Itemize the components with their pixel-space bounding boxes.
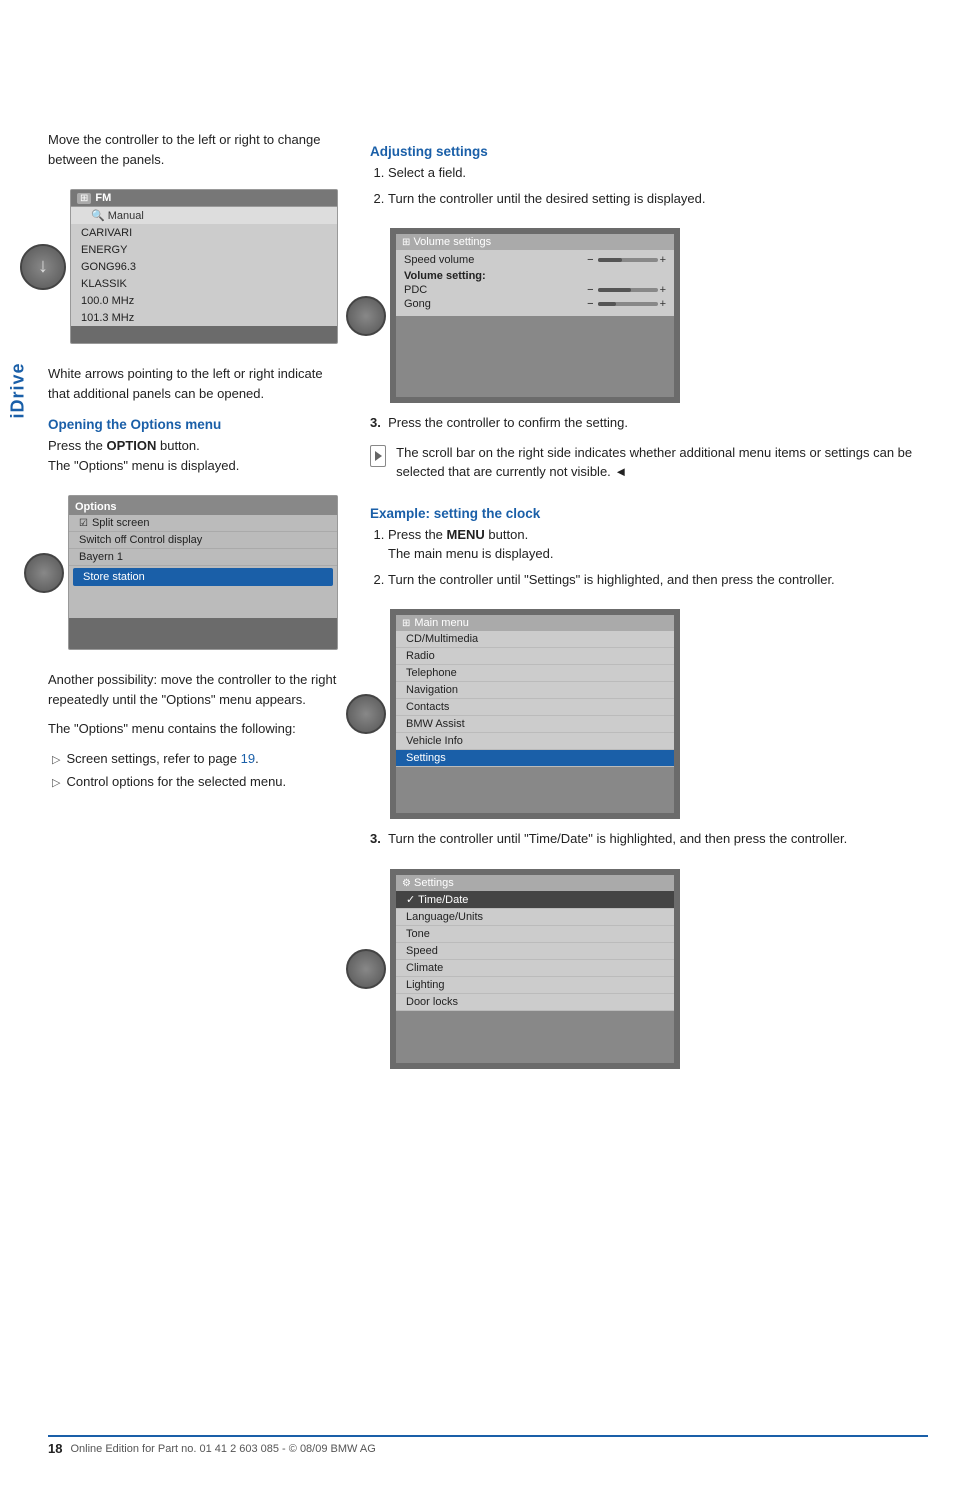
example-step-2: Turn the controller until "Settings" is … [388,570,928,590]
volume-screenshot: ⊞ Volume settings Speed volume − + [390,228,680,403]
controller-knob-options [24,553,64,593]
settings-tone: Tone [396,926,674,943]
menu-radio: Radio [396,648,674,665]
settings-wrapper: ⚙ Settings ✓ Time/Date Language/Units To… [370,859,928,1079]
bullet-item-control: ▷ Control options for the selected menu. [52,772,338,792]
volume-setting-label: Volume setting: [404,270,666,282]
example-step-3: 3. Turn the controller until "Time/Date"… [370,829,928,849]
scroll-note-block: The scroll bar on the right side indicat… [370,443,928,492]
controller-knob-main [346,694,386,734]
fm-item-gong: GONG96.3 [71,259,337,276]
pdc-row: PDC − + [404,284,666,296]
main-menu-icon: ⊞ [402,618,410,629]
fm-item-energy: ENERGY [71,242,337,259]
footer-text: Online Edition for Part no. 01 41 2 603 … [70,1443,375,1455]
menu-bmw-assist: BMW Assist [396,716,674,733]
options-screenshot-wrapper: Options ☑ Split screen Switch off Contro… [48,485,338,660]
options-title: Options [75,501,117,513]
menu-settings: Settings [396,750,674,767]
page-19-link[interactable]: 19 [241,751,255,766]
fm-item-klassik: KLASSIK [71,276,337,293]
option-bold: OPTION [107,438,157,453]
page-footer: 18 Online Edition for Part no. 01 41 2 6… [48,1435,928,1456]
down-arrow-icon: ↓ [38,255,48,278]
opt-switch-off: Switch off Control display [69,532,337,549]
gong-row: Gong − + [404,298,666,310]
page-content: Move the controller to the left or right… [48,130,928,1079]
fm-title: FM [95,192,111,204]
controller-knob-volume [346,296,386,336]
menu-contacts: Contacts [396,699,674,716]
contains-para: The "Options" menu contains the followin… [48,719,338,739]
volume-screenshot-wrapper: ⊞ Volume settings Speed volume − + [370,218,928,413]
example-steps: Press the MENU button. The main menu is … [370,525,928,590]
fm-item-carivari: CARIVARI [71,225,337,242]
fm-icon: ⊞ [77,193,91,204]
main-menu-items: CD/Multimedia Radio Telephone Navigation… [396,631,674,767]
left-column: Move the controller to the left or right… [48,130,338,1079]
white-arrows-para: White arrows pointing to the left or rig… [48,364,338,403]
intro-paragraph: Move the controller to the left or right… [48,130,338,169]
fm-item-101: 101.3 MHz [71,310,337,326]
right-column: Adjusting settings Select a field. Turn … [370,130,928,1079]
menu-vehicle-info: Vehicle Info [396,733,674,750]
settings-speed: Speed [396,943,674,960]
settings-icon: ⚙ [402,878,411,889]
example-step-1: Press the MENU button. The main menu is … [388,525,928,564]
controller-knob-settings [346,949,386,989]
settings-climate: Climate [396,960,674,977]
example-heading: Example: setting the clock [370,506,928,521]
fm-item-100: 100.0 MHz [71,293,337,310]
settings-screenshot: ⚙ Settings ✓ Time/Date Language/Units To… [390,869,680,1069]
settings-title: ⚙ Settings [396,875,674,891]
menu-navigation: Navigation [396,682,674,699]
speed-volume-row: Speed volume − + [404,254,666,266]
another-para: Another possibility: move the controller… [48,670,338,709]
volume-icon: ⊞ [402,237,410,248]
end-mark: ◄ [614,464,627,479]
adjusting-steps: Select a field. Turn the controller unti… [370,163,928,208]
bullet-text-1: Screen settings, refer to page 19. [66,749,258,769]
opt-store-station: Store station [73,568,333,586]
main-menu-wrapper: ⊞ Main menu CD/Multimedia Radio Telephon… [370,599,928,829]
settings-lighting: Lighting [396,977,674,994]
options-screenshot: Options ☑ Split screen Switch off Contro… [68,495,338,650]
settings-time-date: ✓ Time/Date [396,891,674,909]
settings-door-locks: Door locks [396,994,674,1011]
settings-items: ✓ Time/Date Language/Units Tone Speed Cl… [396,891,674,1011]
example-step-1-sub: The main menu is displayed. [388,546,553,561]
volume-title: ⊞ Volume settings [396,234,674,250]
fm-item-manual: 🔍 Manual [71,207,337,225]
opening-step1: Press the OPTION button. The "Options" m… [48,436,338,475]
opening-step2: The "Options" menu is displayed. [48,458,239,473]
bullet-text-2: Control options for the selected menu. [66,772,286,792]
opt-split-screen: ☑ Split screen [69,515,337,532]
settings-language: Language/Units [396,909,674,926]
menu-telephone: Telephone [396,665,674,682]
bullet-item-screen: ▷ Screen settings, refer to page 19. [52,749,338,769]
menu-bold: MENU [447,527,485,542]
fm-screenshot-wrapper: ↓ ⊞ FM 🔍 Manual CARIVARI ENERGY GONG96.3… [48,179,338,354]
sidebar-label: iDrive [0,290,36,490]
adj-step-2: Turn the controller until the desired se… [388,189,928,209]
adj-step-3: 3. Press the controller to confirm the s… [370,413,928,433]
opt-bayern: Bayern 1 [69,549,337,566]
menu-cd: CD/Multimedia [396,631,674,648]
bullet-tri-2: ▷ [52,775,60,792]
adjusting-heading: Adjusting settings [370,144,928,159]
page-number: 18 [48,1441,62,1456]
bullet-tri-1: ▷ [52,752,60,769]
scroll-indicator [370,445,386,467]
opening-heading: Opening the Options menu [48,417,338,432]
controller-knob-fm: ↓ [20,244,66,290]
adj-step-1: Select a field. [388,163,928,183]
scroll-tri-icon [375,451,382,461]
scroll-note-text: The scroll bar on the right side indicat… [396,443,928,482]
main-menu-title: ⊞ Main menu [396,615,674,631]
fm-screenshot: ⊞ FM 🔍 Manual CARIVARI ENERGY GONG96.3 K… [70,189,338,344]
main-menu-screenshot: ⊞ Main menu CD/Multimedia Radio Telephon… [390,609,680,819]
bullet-list: ▷ Screen settings, refer to page 19. ▷ C… [48,749,338,792]
